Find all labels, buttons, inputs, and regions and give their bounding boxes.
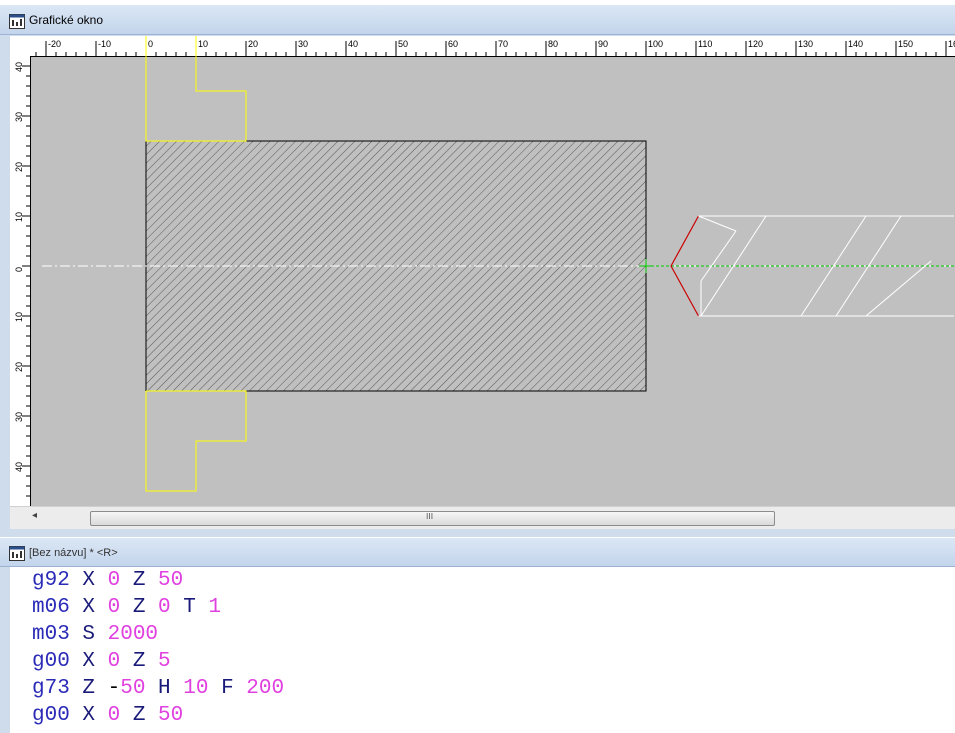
v-ruler-label: 0 bbox=[14, 267, 24, 272]
h-ruler-label: 10 bbox=[198, 39, 208, 49]
code-token: Z bbox=[120, 650, 159, 673]
code-line[interactable]: m06 X 0 Z 0 T 1 bbox=[32, 594, 221, 621]
h-ruler-label: 150 bbox=[898, 39, 913, 49]
v-ruler-label: 30 bbox=[14, 112, 24, 122]
code-token: g00 bbox=[32, 650, 70, 673]
code-token: m03 bbox=[32, 623, 70, 646]
h-ruler-label: 130 bbox=[798, 39, 813, 49]
h-ruler-label: 50 bbox=[398, 39, 408, 49]
window-icon bbox=[9, 546, 25, 561]
graphic-window-title: Grafické okno bbox=[29, 13, 104, 27]
h-ruler-label: 80 bbox=[548, 39, 558, 49]
h-ruler-label: 160 bbox=[948, 39, 955, 49]
code-token: T bbox=[170, 596, 209, 619]
code-token: X bbox=[69, 596, 108, 619]
v-ruler-label: 20 bbox=[14, 162, 24, 172]
code-token: F bbox=[208, 677, 247, 700]
h-ruler-label: 0 bbox=[148, 39, 153, 49]
graphic-window-titlebar[interactable]: Grafické okno bbox=[0, 5, 955, 35]
graphic-canvas[interactable]: -20 -10 0 10 20 30 40 50 60 70 80 90 100 110 120 130 140… bbox=[10, 36, 955, 531]
h-ruler-label: -20 bbox=[48, 39, 61, 49]
editor-window-title: [Bez názvu] * <R> bbox=[29, 547, 118, 559]
editor-frame bbox=[0, 567, 10, 733]
h-ruler-label: 90 bbox=[598, 39, 608, 49]
v-ruler-label: 10 bbox=[14, 212, 24, 222]
scrollbar-grip-icon: III bbox=[426, 512, 434, 521]
code-editor[interactable]: g92 X 0 Z 50 m06 X 0 Z 0 T 1 m03 S 2000 g00… bbox=[10, 567, 955, 733]
h-ruler-label: 120 bbox=[748, 39, 763, 49]
code-token: 50 bbox=[120, 677, 146, 700]
window-icon bbox=[9, 14, 25, 29]
code-token: X bbox=[69, 704, 108, 727]
v-ruler-label: 40 bbox=[14, 462, 24, 472]
code-token: g00 bbox=[32, 704, 70, 727]
code-token: X bbox=[69, 650, 108, 673]
code-token: - bbox=[107, 677, 121, 700]
code-token: 0 bbox=[107, 569, 121, 592]
horizontal-scrollbar[interactable]: ◂ III bbox=[10, 506, 955, 529]
code-token: S bbox=[69, 623, 108, 646]
code-token: 1 bbox=[208, 596, 222, 619]
code-token: 2000 bbox=[107, 623, 159, 646]
h-ruler-label: 110 bbox=[698, 39, 712, 49]
v-ruler-label: 40 bbox=[14, 62, 24, 72]
h-ruler-label: -10 bbox=[98, 39, 111, 49]
h-ruler-label: 20 bbox=[248, 39, 258, 49]
code-line[interactable]: g73 Z -50 H 10 F 200 bbox=[32, 675, 284, 702]
v-ruler-label: 10 bbox=[14, 312, 24, 322]
code-token: 0 bbox=[107, 650, 121, 673]
code-token: 50 bbox=[158, 704, 184, 727]
scroll-left-arrow-icon[interactable]: ◂ bbox=[32, 510, 37, 521]
code-token: 5 bbox=[158, 650, 171, 673]
code-token: 50 bbox=[158, 569, 184, 592]
code-line[interactable]: m03 S 2000 bbox=[32, 621, 158, 648]
code-token: H bbox=[145, 677, 184, 700]
v-ruler-label: 30 bbox=[14, 412, 24, 422]
code-token: Z bbox=[69, 677, 108, 700]
code-token: g73 bbox=[32, 677, 70, 700]
h-ruler-label: 140 bbox=[848, 39, 863, 49]
code-token: Z bbox=[120, 704, 159, 727]
h-ruler-label: 60 bbox=[448, 39, 458, 49]
code-token: 200 bbox=[246, 677, 285, 700]
code-line[interactable]: g00 X 0 Z 5 bbox=[32, 648, 171, 675]
editor-window-titlebar[interactable]: [Bez názvu] * <R> bbox=[0, 538, 955, 567]
code-token: g92 bbox=[32, 569, 70, 592]
code-token: m06 bbox=[32, 596, 70, 619]
code-token: Z bbox=[120, 596, 159, 619]
code-token: 0 bbox=[107, 704, 121, 727]
h-ruler-label: 30 bbox=[298, 39, 308, 49]
scrollbar-thumb[interactable]: III bbox=[90, 511, 775, 526]
code-token: 0 bbox=[158, 596, 171, 619]
h-ruler-label: 100 bbox=[648, 39, 663, 49]
h-ruler-label: 40 bbox=[348, 39, 358, 49]
code-token: 0 bbox=[107, 596, 121, 619]
code-token: 10 bbox=[183, 677, 209, 700]
code-line[interactable]: g00 X 0 Z 50 bbox=[32, 702, 183, 729]
h-ruler-label: 70 bbox=[498, 39, 508, 49]
code-line[interactable]: g92 X 0 Z 50 bbox=[32, 567, 183, 594]
code-token: X bbox=[69, 569, 108, 592]
code-token: Z bbox=[120, 569, 159, 592]
v-ruler-label: 20 bbox=[14, 362, 24, 372]
